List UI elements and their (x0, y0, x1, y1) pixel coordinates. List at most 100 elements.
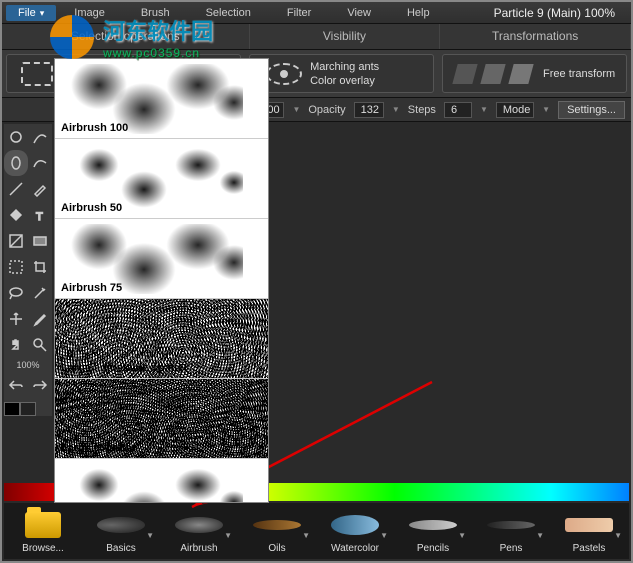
chevron-down-icon: ▼ (536, 531, 544, 540)
brush-cat-basics[interactable]: Basics ▼ (86, 509, 156, 554)
brush-cat-pastels[interactable]: Pastels ▼ (554, 509, 624, 554)
opacity-label: Opacity (308, 104, 345, 116)
tool-undo[interactable] (4, 372, 28, 398)
tool-brush[interactable] (28, 124, 52, 150)
tool-capsule[interactable] (4, 150, 28, 176)
tool-shape[interactable] (4, 228, 28, 254)
document-title: Particle 9 (Main) 100% (494, 6, 627, 20)
transform-icon-3[interactable] (508, 64, 533, 84)
menu-file[interactable]: File (6, 5, 56, 21)
brush-cat-label: Airbrush (180, 543, 217, 554)
eye-icon[interactable] (266, 63, 302, 85)
opacity-value[interactable]: 132 (354, 102, 384, 118)
brush-tip-icon (97, 517, 145, 533)
menu-image[interactable]: Image (56, 4, 123, 22)
brush-item-label: Large adjustable spatter (61, 362, 188, 374)
tool-wand[interactable] (28, 280, 52, 306)
opacity-dropdown-icon[interactable]: ▼ (392, 105, 400, 114)
size-dropdown-icon[interactable]: ▼ (292, 105, 300, 114)
menu-help[interactable]: Help (389, 4, 448, 22)
brush-cat-label: Browse... (22, 543, 64, 554)
brush-item-label: Airbrush 50 (61, 202, 122, 214)
oils-tip-icon (253, 520, 301, 530)
brush-item-label: Larger Spatter (61, 442, 136, 454)
section-selection-ops: Selection operations (2, 24, 250, 49)
settings-button[interactable]: Settings... (558, 101, 625, 119)
section-visibility: Visibility (250, 24, 441, 49)
brush-cat-browse[interactable]: Browse... (8, 509, 78, 554)
swatch-fg[interactable] (4, 402, 20, 416)
brush-cat-label: Pens (500, 543, 523, 554)
brush-cat-label: Oils (268, 543, 285, 554)
pencil-tip-icon (409, 520, 457, 530)
tool-redo[interactable] (28, 372, 52, 398)
steps-label: Steps (408, 104, 436, 116)
steps-dropdown-icon[interactable]: ▼ (480, 105, 488, 114)
mode-dropdown-icon[interactable]: ▼ (542, 105, 550, 114)
tool-marquee[interactable] (4, 254, 28, 280)
tool-hand[interactable] (4, 332, 28, 358)
pastel-tip-icon (565, 518, 613, 532)
chevron-down-icon: ▼ (458, 531, 466, 540)
chevron-down-icon: ▼ (614, 531, 622, 540)
brush-item[interactable]: Airbrush 50 (55, 139, 268, 219)
brush-cat-label: Pencils (417, 543, 449, 554)
brush-cat-label: Basics (106, 543, 135, 554)
brush-cat-airbrush[interactable]: Airbrush▼ (164, 509, 234, 554)
chevron-down-icon: ▼ (146, 531, 154, 540)
menu-selection[interactable]: Selection (188, 4, 269, 22)
brush-cat-label: Watercolor (331, 543, 379, 554)
brush-cat-oils[interactable]: Oils ▼ (242, 509, 312, 554)
tool-pen[interactable] (28, 176, 52, 202)
section-transformations: Transformations (440, 24, 631, 49)
brush-item-label: Airbrush 75 (61, 282, 122, 294)
transform-icon-2[interactable] (480, 64, 505, 84)
tool-line[interactable] (4, 176, 28, 202)
brush-item-label: Airbrush 100 (61, 122, 128, 134)
tool-crop[interactable] (28, 254, 52, 280)
brush-item[interactable]: Large adjustable spatter (55, 299, 268, 379)
color-swatches[interactable] (4, 402, 52, 416)
marching-ants-label[interactable]: Marching ants (310, 60, 379, 74)
tool-text[interactable]: T (28, 202, 52, 228)
transform-icon-1[interactable] (452, 64, 477, 84)
chevron-down-icon: ▼ (302, 531, 310, 540)
ribbon-header: Selection operations Visibility Transfor… (2, 24, 631, 50)
menu-view[interactable]: View (329, 4, 389, 22)
mode-select[interactable]: Mode (496, 102, 534, 118)
menu-brush[interactable]: Brush (123, 4, 188, 22)
chevron-down-icon: ▼ (380, 531, 388, 540)
tool-move[interactable] (4, 306, 28, 332)
pen-tip-icon (487, 521, 535, 529)
tool-eyedrop[interactable] (28, 306, 52, 332)
tool-gradient[interactable] (28, 228, 52, 254)
zoom-percent: 100% (4, 358, 52, 372)
tool-select[interactable] (4, 124, 28, 150)
swatch-bg[interactable] (20, 402, 36, 416)
brush-category-bar: Browse... Basics▼ Airbrush▼ Oils▼ Waterc… (4, 503, 629, 559)
brush-preset-popup: Airbrush 100 Airbrush 50 Airbrush 75 Lar… (54, 58, 269, 503)
tool-zoom[interactable] (28, 332, 52, 358)
brush-item[interactable]: Airbrush 100 (55, 59, 268, 139)
folder-icon (25, 512, 61, 538)
color-overlay-label[interactable]: Color overlay (310, 74, 379, 88)
left-toolbar: T 100% (4, 124, 52, 416)
tool-path[interactable] (28, 150, 52, 176)
brush-cat-pens[interactable]: Pens ▼ (476, 509, 546, 554)
brush-item[interactable]: Airbrush 75 (55, 219, 268, 299)
svg-text:T: T (36, 211, 43, 223)
brush-item[interactable] (55, 459, 268, 503)
tool-bucket[interactable] (4, 202, 28, 228)
steps-value[interactable]: 6 (444, 102, 472, 118)
brush-item[interactable]: Larger Spatter (55, 379, 268, 459)
brush-cat-label: Pastels (573, 543, 606, 554)
tool-lasso[interactable] (4, 280, 28, 306)
menu-filter[interactable]: Filter (269, 4, 329, 22)
marquee-icon[interactable] (21, 62, 53, 86)
brush-cat-watercolor[interactable]: Watercolor▼ (320, 509, 390, 554)
menu-bar: File Image Brush Selection Filter View H… (2, 2, 631, 24)
watercolor-tip-icon (331, 515, 379, 535)
free-transform-label[interactable]: Free transform (543, 68, 615, 80)
airbrush-tip-icon (175, 517, 223, 533)
brush-cat-pencils[interactable]: Pencils ▼ (398, 509, 468, 554)
